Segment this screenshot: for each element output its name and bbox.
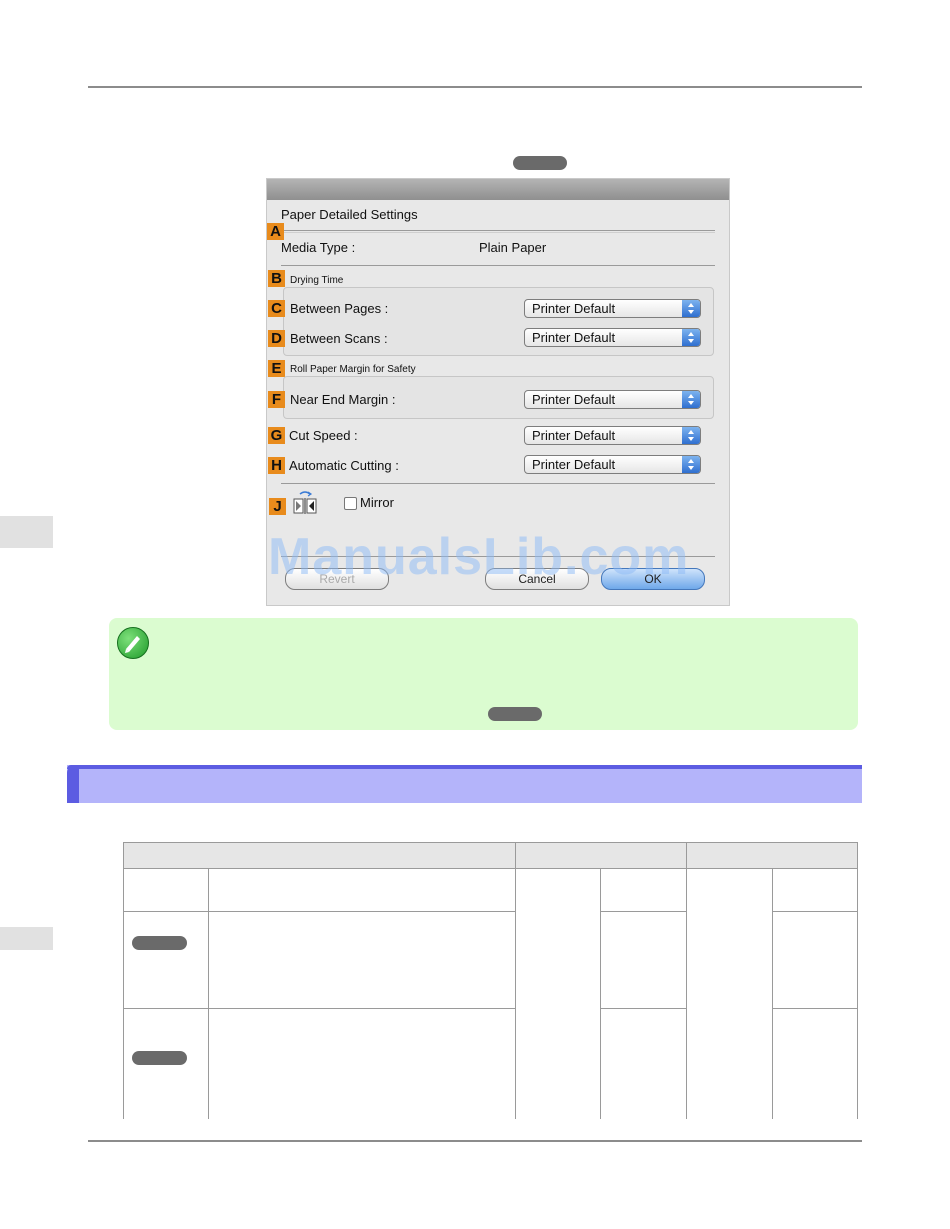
cut-speed-label: Cut Speed : [289,428,358,443]
table-row-divider-2c [772,1008,857,1009]
between-pages-label: Between Pages : [290,301,389,316]
table-header-row [123,842,857,868]
marker-f: F [268,391,285,408]
top-rule [88,86,862,88]
bottom-rule [88,1140,862,1142]
between-pages-select[interactable]: Printer Default [524,299,701,318]
table-col-line-0 [123,842,124,1119]
marker-b: B [268,270,285,287]
select-arrows-icon [682,427,700,444]
marker-e: E [268,360,285,377]
marker-a: A [267,223,284,240]
drying-time-title: Drying Time [290,275,344,286]
table-row-divider-1b [600,911,686,912]
table-col-line-2 [515,842,516,1119]
mirror-label: Mirror [360,495,394,510]
near-end-margin-select[interactable]: Printer Default [524,390,701,409]
select-arrows-icon [682,329,700,346]
mirror-checkbox[interactable] [344,497,357,510]
near-end-margin-label: Near End Margin : [290,392,396,407]
heading-separator [281,230,715,231]
between-scans-select[interactable]: Printer Default [524,328,701,347]
media-type-label: Media Type : [281,240,356,255]
dialog-titlebar [267,179,729,200]
table-col-line-1 [208,868,209,1119]
section-header-accent-top [67,765,862,769]
select-arrows-icon [682,456,700,473]
automatic-cutting-value: Printer Default [532,457,616,472]
table-col-line-4 [686,842,687,1119]
between-scans-label: Between Scans : [290,331,388,346]
table-row-divider-1c [772,911,857,912]
table-row-divider-2b [600,1008,686,1009]
note-reference-pill[interactable] [488,707,542,721]
side-tab-lower [0,927,53,950]
section-header-bar [67,765,862,803]
marker-d: D [268,330,285,347]
cut-speed-select[interactable]: Printer Default [524,426,701,445]
table-col-line-6 [857,842,858,1119]
watermark: ManualsLib.com [268,528,690,586]
cut-speed-value: Printer Default [532,428,616,443]
table-link-pill-1[interactable] [132,936,187,950]
media-separator [281,265,715,266]
automatic-cutting-select[interactable]: Printer Default [524,455,701,474]
table-row-divider-1a [123,911,515,912]
marker-c: C [268,300,285,317]
near-end-margin-value: Printer Default [532,392,616,407]
marker-h: H [268,457,285,474]
table-row-divider-2a [123,1008,515,1009]
table-col-line-5 [772,868,773,1119]
section-header-accent-left [67,765,79,803]
dialog-heading: Paper Detailed Settings [281,207,418,222]
select-arrows-icon [682,391,700,408]
mirror-icon [292,491,318,515]
marker-j: J [269,498,286,515]
table-top-border [123,842,857,843]
automatic-cutting-label: Automatic Cutting : [289,458,399,473]
media-type-value: Plain Paper [479,240,547,255]
between-pages-value: Printer Default [532,301,616,316]
reference-link-pill[interactable] [513,156,567,170]
heading-separator-2 [281,232,715,233]
table-col-line-3 [600,868,601,1119]
cutting-separator [281,483,715,484]
table-header-bottom [123,868,857,869]
table-link-pill-2[interactable] [132,1051,187,1065]
select-arrows-icon [682,300,700,317]
note-box [109,618,858,730]
note-pencil-icon [117,627,149,659]
side-tab-upper [0,516,53,548]
roll-margin-title: Roll Paper Margin for Safety [290,364,416,375]
between-scans-value: Printer Default [532,330,616,345]
marker-g: G [268,427,285,444]
